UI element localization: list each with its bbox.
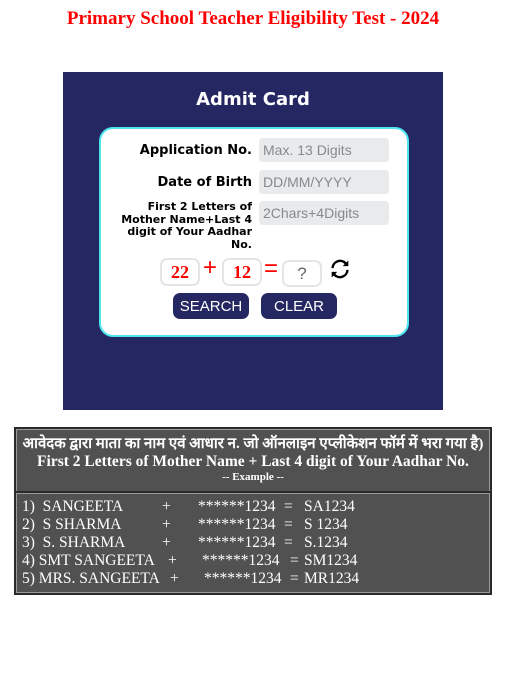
example-row: 3) S. SHARMA + ******1234 = S.1234 <box>22 534 348 552</box>
example-hindi-text: आवेदक द्वारा माता का नाम एवं आधार न. जो … <box>22 436 484 452</box>
example-name: 1) SANGEETA <box>22 498 124 515</box>
example-english-text: First 2 Letters of Mother Name + Last 4 … <box>37 453 469 470</box>
example-result: MR1234 <box>304 570 360 587</box>
example-box: आवेदक द्वारा माता का नाम एवं आधार न. जो … <box>14 427 492 595</box>
example-masked-aadhar: ******1234 <box>198 498 276 515</box>
admit-card-heading: Admit Card <box>196 89 310 110</box>
clear-button[interactable]: CLEAR <box>261 293 337 319</box>
admit-card-form: Application No. Date of Birth First 2 Le… <box>99 127 409 337</box>
example-result: SA1234 <box>304 498 355 515</box>
example-result: SM1234 <box>304 552 358 569</box>
example-name: 4) SMT SANGEETA <box>22 552 155 569</box>
example-plus: + <box>162 498 171 515</box>
admit-card-panel: Admit Card Application No. Date of Birth… <box>63 72 443 410</box>
example-header: आवेदक द्वारा माता का नाम एवं आधार न. जो … <box>16 429 490 491</box>
example-plus: + <box>162 534 171 551</box>
example-name: 2) S SHARMA <box>22 516 122 533</box>
example-row: 1) SANGEETA + ******1234 = SA1234 <box>22 498 355 516</box>
captcha-answer-input[interactable] <box>282 260 322 287</box>
example-masked-aadhar: ******1234 <box>198 534 276 551</box>
mother-aadhar-input[interactable] <box>259 201 389 225</box>
example-divider <box>16 491 490 494</box>
example-list: 1) SANGEETA + ******1234 = SA1234 2) S S… <box>22 498 359 588</box>
example-name: 5) MRS. SANGEETA <box>22 570 160 587</box>
date-of-birth-input[interactable] <box>259 170 389 194</box>
example-equals: = <box>290 552 299 569</box>
example-label: -- Example -- <box>222 471 284 483</box>
example-plus: + <box>162 516 171 533</box>
page-title: Primary School Teacher Eligibility Test … <box>66 8 440 29</box>
example-masked-aadhar: ******1234 <box>198 516 276 533</box>
example-name: 3) S. SHARMA <box>22 534 126 551</box>
captcha-number-2: 12 <box>222 258 262 286</box>
captcha-operator: + <box>203 254 218 281</box>
example-equals: = <box>284 498 293 515</box>
example-row: 4) SMT SANGEETA + ******1234 = SM1234 <box>22 552 357 570</box>
example-equals: = <box>284 516 293 533</box>
search-button[interactable]: SEARCH <box>173 293 249 319</box>
date-of-birth-label: Date of Birth <box>157 175 252 190</box>
example-result: S 1234 <box>304 516 348 533</box>
refresh-icon[interactable] <box>330 259 350 279</box>
application-no-label: Application No. <box>139 143 252 158</box>
application-no-input[interactable] <box>259 138 389 162</box>
mother-aadhar-label: First 2 Letters of Mother Name+Last 4 di… <box>121 200 252 251</box>
example-row: 5) MRS. SANGEETA + ******1234 = MR1234 <box>22 570 359 588</box>
example-plus: + <box>168 552 177 569</box>
captcha-equals: = <box>264 255 279 282</box>
example-plus: + <box>170 570 179 587</box>
example-masked-aadhar: ******1234 <box>202 552 280 569</box>
example-result: S.1234 <box>304 534 348 551</box>
example-equals: = <box>290 570 299 587</box>
captcha-row: 22 + 12 = <box>160 254 390 288</box>
example-row: 2) S SHARMA + ******1234 = S 1234 <box>22 516 348 534</box>
example-masked-aadhar: ******1234 <box>204 570 282 587</box>
captcha-number-1: 22 <box>160 258 200 286</box>
example-equals: = <box>284 534 293 551</box>
